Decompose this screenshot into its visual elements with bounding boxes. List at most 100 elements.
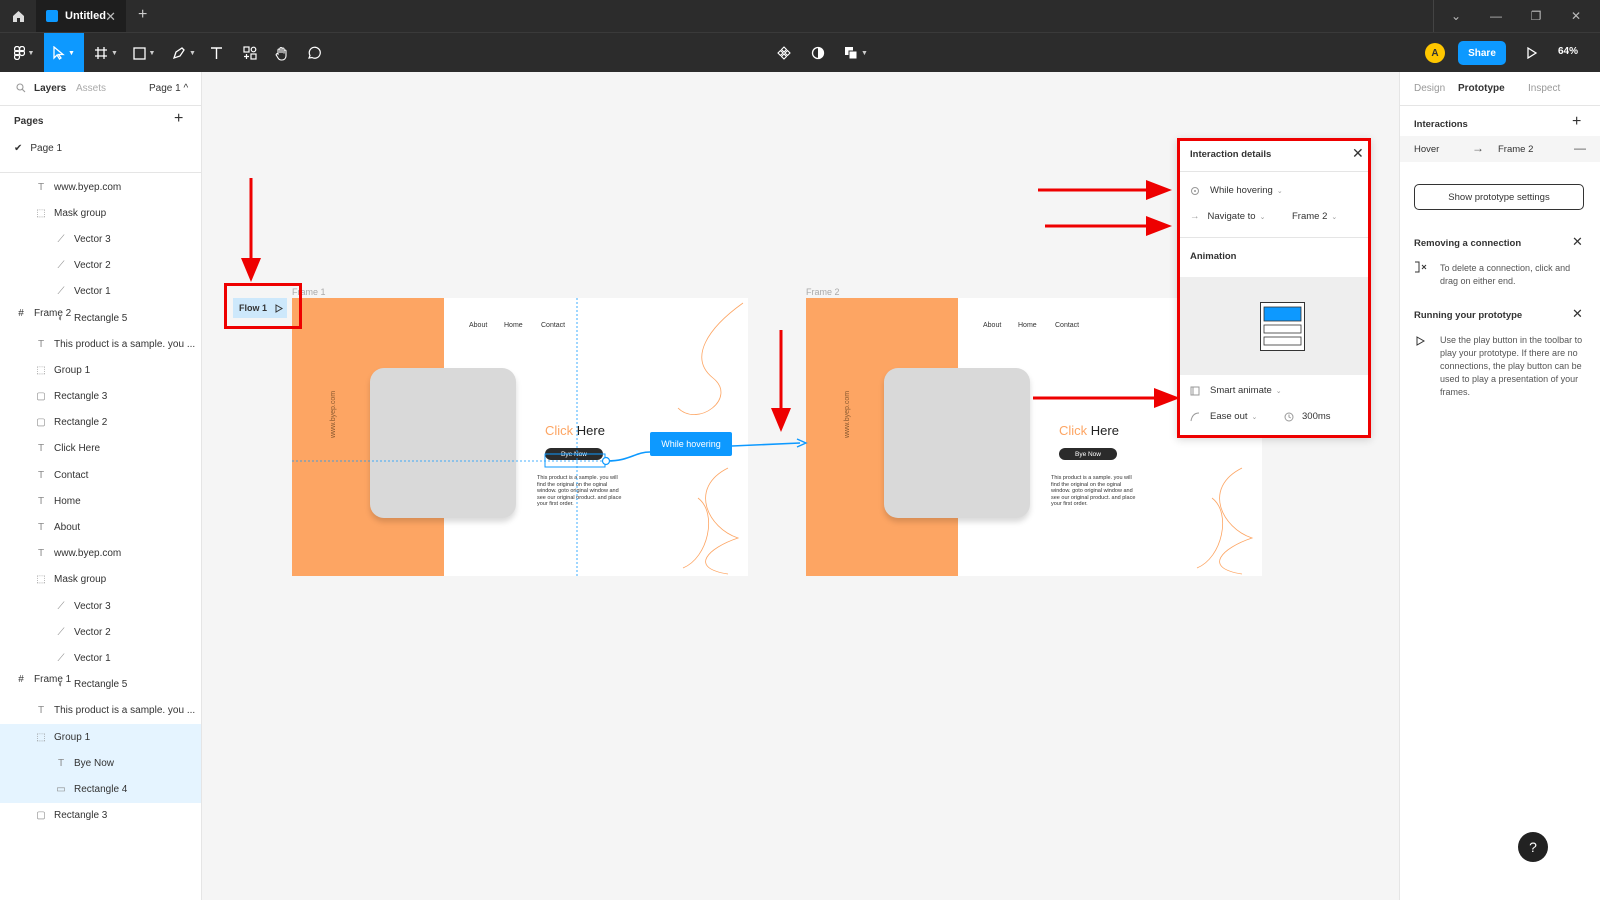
boolean-button[interactable]: ▼	[840, 33, 872, 73]
tab-inspect[interactable]: Inspect	[1528, 83, 1560, 94]
action-dropdown[interactable]: → Navigate to ⌄	[1190, 211, 1265, 222]
layer-row[interactable]: ⟋ Vector 1	[0, 645, 201, 671]
layer-row[interactable]: Twww.byep.com	[0, 174, 201, 200]
layer-row[interactable]: T About	[0, 514, 201, 540]
layer-label: This product is a sample. you ...	[54, 705, 196, 717]
components-button[interactable]	[772, 33, 796, 73]
layer-row[interactable]: ⟋ Vector 2	[0, 619, 201, 645]
nav-home[interactable]: Home	[1018, 322, 1037, 329]
comment-tool-button[interactable]	[302, 33, 326, 73]
user-avatar[interactable]: A	[1425, 43, 1445, 63]
interaction-row[interactable]: Hover → Frame 2 —	[1400, 136, 1600, 162]
page-item[interactable]: ✔ Page 1	[14, 143, 62, 154]
layer-row[interactable]: ▭ Rectangle 4	[0, 776, 201, 803]
layer-row[interactable]: ⬚ Mask group	[0, 200, 201, 226]
share-button[interactable]: Share	[1458, 41, 1506, 65]
main-menu-button[interactable]: ▼	[6, 33, 42, 73]
new-tab-button[interactable]: +	[138, 6, 147, 24]
arrow-right-icon: →	[1472, 141, 1484, 155]
interaction-label[interactable]: While hovering	[650, 432, 732, 456]
layer-row[interactable]: ◐ Rectangle 5	[0, 672, 201, 698]
close-icon[interactable]: ✕	[1352, 145, 1364, 162]
layer-label: Vector 2	[74, 626, 111, 638]
mask-button[interactable]	[806, 33, 830, 73]
layer-row[interactable]: T Bye Now	[0, 750, 201, 777]
layer-row[interactable]: ⬚ Mask group	[0, 567, 201, 593]
shape-tool-button[interactable]: ▼	[126, 33, 162, 73]
layer-row[interactable]: T This product is a sample. you ...	[0, 331, 201, 357]
tab-prototype[interactable]: Prototype	[1458, 83, 1505, 94]
layer-row[interactable]: T Click Here	[0, 436, 201, 462]
nav-contact[interactable]: Contact	[1055, 322, 1079, 329]
search-icon[interactable]	[16, 83, 26, 93]
nav-about[interactable]: About	[983, 322, 1001, 329]
present-button[interactable]	[1520, 33, 1544, 73]
rectangle-icon: ▢	[36, 391, 46, 403]
site-url-vertical: www.byep.com	[330, 390, 337, 438]
nav-about[interactable]: About	[469, 322, 487, 329]
tab-design[interactable]: Design	[1414, 83, 1445, 94]
move-tool-button[interactable]: ▼	[44, 33, 84, 73]
animation-type-label: Smart animate	[1210, 385, 1272, 396]
zoom-level[interactable]: 64%	[1558, 46, 1578, 57]
close-tab-icon[interactable]: ✕	[105, 9, 116, 25]
duration-input[interactable]: 300ms	[1284, 411, 1331, 422]
frame-2-label[interactable]: Frame 2	[806, 287, 840, 297]
hand-tool-button[interactable]	[270, 33, 294, 73]
bye-now-button[interactable]: Bye Now	[545, 448, 603, 460]
pen-tool-button[interactable]: ▼	[166, 33, 202, 73]
tab-layers[interactable]: Layers	[34, 83, 66, 94]
remove-interaction-icon[interactable]: —	[1574, 141, 1586, 155]
frame-tool-button[interactable]: ▼	[88, 33, 124, 73]
layers-panel: Layers Assets Page 1 ^ Pages + ✔ Page 1 #…	[0, 72, 202, 900]
titlebar-divider	[1433, 0, 1434, 32]
text-icon: T	[37, 548, 45, 560]
layer-row[interactable]: T This product is a sample. you ...	[0, 698, 201, 724]
layer-row[interactable]: Twww.byep.com	[0, 541, 201, 567]
chevron-down-icon[interactable]: ⌄	[1436, 0, 1476, 32]
headline: Click Here	[1059, 423, 1119, 438]
text-icon: T	[57, 757, 65, 769]
animation-preview	[1180, 277, 1368, 375]
close-window-icon[interactable]: ✕	[1556, 0, 1596, 32]
file-tab[interactable]: Untitled ✕	[36, 0, 126, 32]
layer-row[interactable]: T Home	[0, 488, 201, 514]
bye-now-button[interactable]: Bye Now	[1059, 448, 1117, 460]
add-page-icon[interactable]: +	[174, 110, 183, 128]
removing-connection-text: To delete a connection, click and drag o…	[1440, 263, 1571, 286]
vector-icon: ⟋	[57, 626, 65, 638]
layer-row[interactable]: ▢ Rectangle 3	[0, 384, 201, 410]
restore-icon[interactable]: ❐	[1516, 0, 1556, 32]
layer-row[interactable]: T Contact	[0, 462, 201, 488]
layer-row[interactable]: ◐ Rectangle 5	[0, 305, 201, 331]
group-icon: ⬚	[36, 364, 46, 376]
home-button[interactable]	[0, 0, 36, 32]
layer-label: www.byep.com	[54, 181, 122, 193]
tab-assets[interactable]: Assets	[76, 83, 106, 94]
page-selector[interactable]: Page 1 ^	[149, 83, 188, 94]
close-icon[interactable]: ✕	[1572, 306, 1583, 322]
trigger-dropdown[interactable]: While hovering ⌄	[1190, 185, 1283, 196]
layer-row[interactable]: ⟋ Vector 3	[0, 226, 201, 252]
layer-row[interactable]: ⟋ Vector 1	[0, 279, 201, 305]
close-icon[interactable]: ✕	[1572, 234, 1583, 250]
show-prototype-settings-button[interactable]: Show prototype settings	[1414, 184, 1584, 210]
minimize-icon[interactable]: —	[1476, 0, 1516, 32]
easing-dropdown[interactable]: Ease out ⌄	[1190, 411, 1257, 422]
nav-home[interactable]: Home	[504, 322, 523, 329]
layer-row[interactable]: ▢ Rectangle 3	[0, 803, 201, 829]
layer-row[interactable]: ⟋ Vector 2	[0, 253, 201, 279]
nav-contact[interactable]: Contact	[541, 322, 565, 329]
destination-label: Frame 2	[1292, 211, 1328, 222]
add-interaction-icon[interactable]: +	[1572, 113, 1581, 131]
text-tool-button[interactable]	[204, 33, 228, 73]
layer-row[interactable]: ⬚ Group 1	[0, 357, 201, 383]
animation-type-dropdown[interactable]: Smart animate ⌄	[1190, 385, 1282, 396]
layer-row[interactable]: ▢ Rectangle 2	[0, 410, 201, 436]
help-button[interactable]: ?	[1518, 832, 1548, 862]
image-card	[370, 368, 516, 518]
destination-dropdown[interactable]: Frame 2 ⌄	[1292, 211, 1337, 222]
layer-row[interactable]: ⬚ Group 1	[0, 723, 201, 751]
resources-button[interactable]	[238, 33, 262, 73]
layer-row[interactable]: ⟋ Vector 3	[0, 593, 201, 619]
